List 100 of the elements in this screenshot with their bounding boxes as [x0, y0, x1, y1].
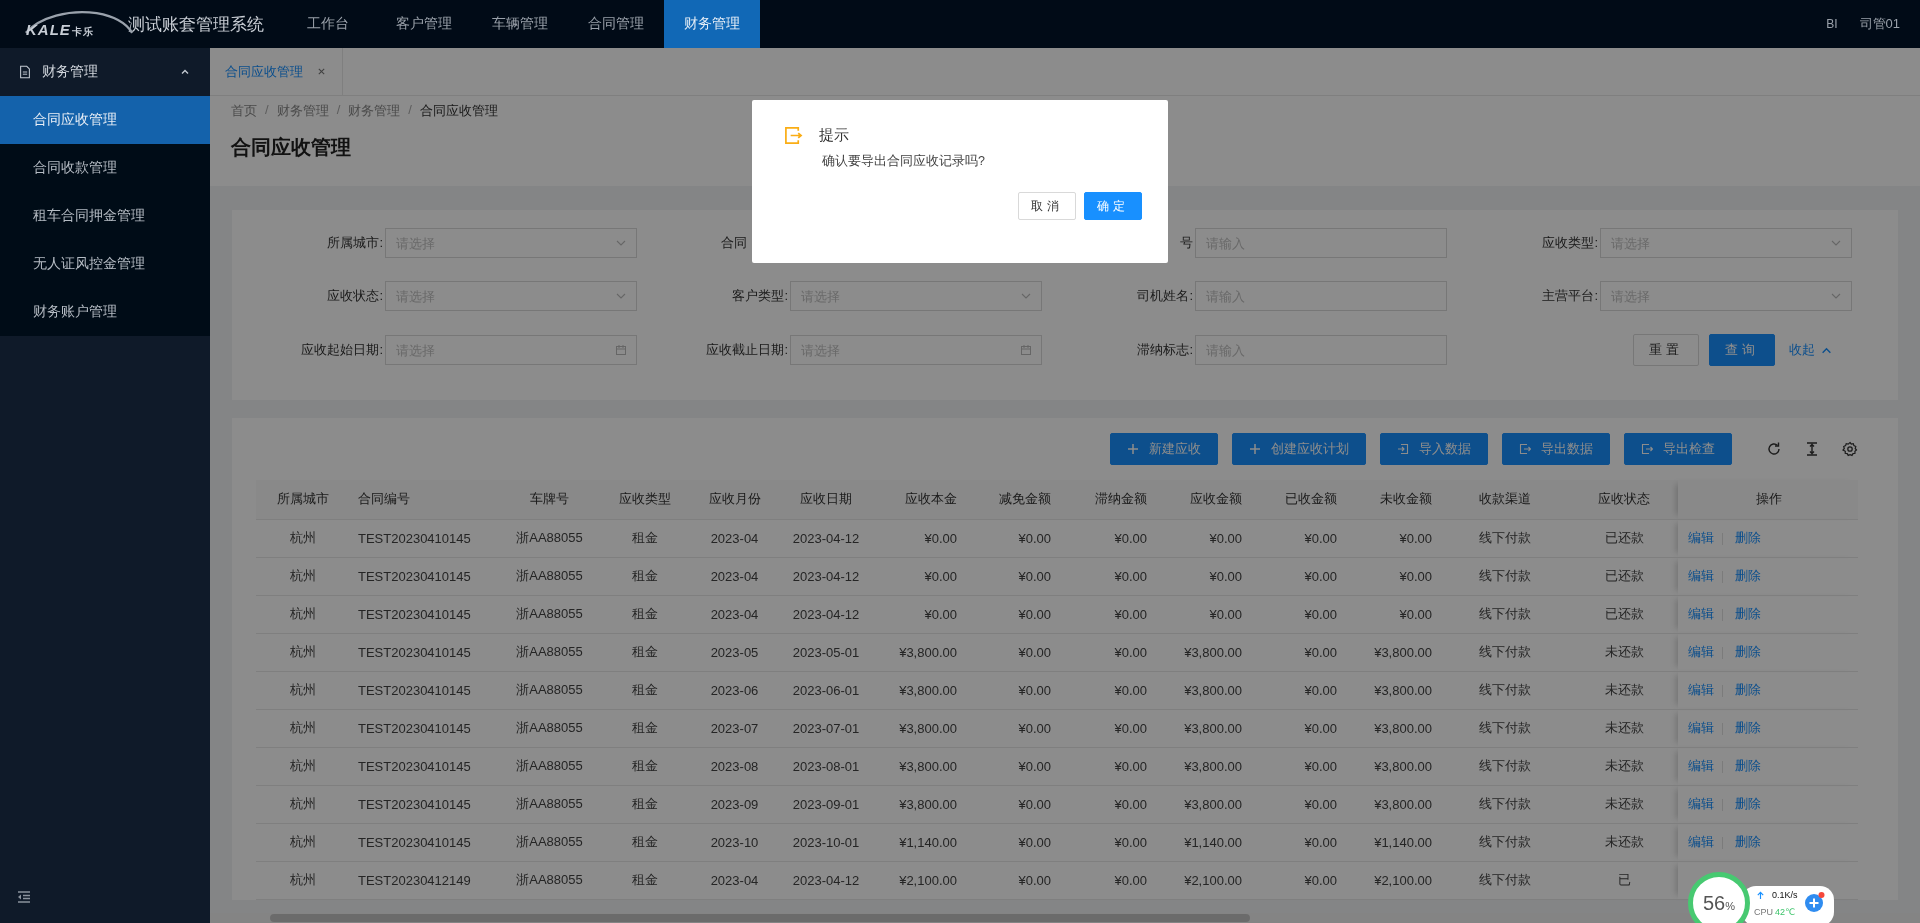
table-cell: ¥0.00: [965, 861, 1059, 899]
table-cell: ¥3,800.00: [875, 747, 965, 785]
percent-sign: %: [1725, 900, 1735, 912]
filter-label: 所属城市:: [326, 234, 384, 252]
nav-tab[interactable]: 合同管理: [568, 0, 664, 48]
table-cell: 租金: [597, 823, 692, 861]
toolbar-button[interactable]: 创建应收计划: [1232, 433, 1366, 465]
table-cell: TEST20230412149: [350, 861, 502, 899]
action-link[interactable]: 删除: [1734, 796, 1761, 811]
confirm-button[interactable]: 确定: [1084, 192, 1142, 220]
breadcrumb-link[interactable]: 财务管理: [276, 102, 329, 120]
filter-label: 客户类型:: [731, 287, 789, 305]
cpu-temperature: 42℃: [1775, 907, 1796, 917]
table-cell: 线下付款: [1440, 709, 1570, 747]
nav-tab[interactable]: 财务管理: [664, 0, 760, 48]
table-cell: 2023-05-01: [777, 633, 875, 671]
filter-label: 主营平台:: [1541, 287, 1599, 305]
table-cell: ¥0.00: [875, 557, 965, 595]
menu-item[interactable]: 合同收款管理: [0, 144, 210, 192]
page-title: 合同应收管理: [231, 136, 351, 158]
table-cell: 2023-04-12: [777, 861, 875, 899]
cancel-button[interactable]: 取消: [1018, 192, 1076, 220]
toolbar-button[interactable]: 导入数据: [1380, 433, 1488, 465]
table-cell: 2023-04-12: [777, 519, 875, 557]
user-name[interactable]: 司管01: [1859, 15, 1900, 33]
table-cell: ¥3,800.00: [1155, 633, 1250, 671]
logo-text: KALE卡乐: [26, 21, 94, 39]
action-link[interactable]: 删除: [1734, 530, 1761, 545]
usage-percent: 56: [1703, 891, 1726, 915]
table-cell: TEST20230410145: [350, 633, 502, 671]
nav-tab[interactable]: 车辆管理: [472, 0, 568, 48]
menu-item[interactable]: 租车合同押金管理: [0, 192, 210, 240]
page-tab[interactable]: 合同应收管理: [210, 48, 343, 95]
action-link[interactable]: 删除: [1734, 606, 1761, 621]
table-cell: 线下付款: [1440, 633, 1570, 671]
action-link[interactable]: 编辑: [1688, 720, 1714, 735]
table-cell: 杭州: [256, 709, 350, 747]
action-link[interactable]: 删除: [1734, 758, 1761, 773]
table-cell: ¥0.00: [875, 519, 965, 557]
action-link[interactable]: 删除: [1734, 720, 1761, 735]
menu-item[interactable]: 无人证风控金管理: [0, 240, 210, 288]
table-cell: 租金: [597, 785, 692, 823]
action-link[interactable]: 删除: [1734, 682, 1761, 697]
table-cell: 线下付款: [1440, 785, 1570, 823]
table-cell: 2023-06: [692, 671, 777, 709]
table-cell: ¥0.00: [1345, 595, 1440, 633]
search-button[interactable]: 查询: [1709, 334, 1775, 366]
collapse-link[interactable]: 收起: [1789, 341, 1832, 359]
action-link[interactable]: 编辑: [1688, 606, 1714, 621]
toolbar-button[interactable]: 新建应收: [1110, 433, 1218, 465]
table-cell: TEST20230410145: [350, 671, 502, 709]
breadcrumb-link[interactable]: 首页: [231, 102, 257, 120]
settings-icon[interactable]: [1842, 441, 1858, 457]
action-link[interactable]: 编辑: [1688, 758, 1714, 773]
nav-tab[interactable]: 工作台: [280, 0, 376, 48]
table-cell: ¥0.00: [1059, 709, 1155, 747]
menu-fold-icon[interactable]: [16, 889, 32, 905]
add-icon[interactable]: [1804, 891, 1826, 913]
action-link[interactable]: 删除: [1734, 644, 1761, 659]
table-cell: ¥3,800.00: [1155, 747, 1250, 785]
menu-item[interactable]: 财务账户管理: [0, 288, 210, 336]
action-link[interactable]: 编辑: [1688, 568, 1714, 583]
reset-button[interactable]: 重置: [1633, 334, 1699, 366]
action-link[interactable]: 编辑: [1688, 834, 1714, 849]
table-cell: 租金: [597, 709, 692, 747]
menu-item[interactable]: 合同应收管理: [0, 96, 210, 144]
table-cell: ¥1,140.00: [875, 823, 965, 861]
table-cell: 2023-10-01: [777, 823, 875, 861]
action-link[interactable]: 编辑: [1688, 796, 1714, 811]
table-cell: 租金: [597, 747, 692, 785]
table-cell: 浙AA88055: [502, 861, 597, 899]
action-link[interactable]: 删除: [1734, 568, 1761, 583]
toolbar-button[interactable]: 导出检查: [1624, 433, 1732, 465]
bi-link[interactable]: BI: [1826, 17, 1838, 31]
table-cell: 线下付款: [1440, 823, 1570, 861]
action-link[interactable]: 编辑: [1688, 530, 1714, 545]
table-cell: 2023-05: [692, 633, 777, 671]
action-link[interactable]: 编辑: [1688, 682, 1714, 697]
table-cell: TEST20230410145: [350, 823, 502, 861]
export-icon: [1519, 443, 1531, 455]
table-cell: 线下付款: [1440, 557, 1570, 595]
toolbar-button[interactable]: 导出数据: [1502, 433, 1610, 465]
table-cell: 已: [1570, 861, 1678, 899]
table-cell: ¥0.00: [1250, 671, 1345, 709]
breadcrumb-link[interactable]: 合同应收管理: [419, 102, 498, 120]
table-cell: ¥3,800.00: [1345, 709, 1440, 747]
column-height-icon[interactable]: [1804, 441, 1820, 457]
breadcrumb-link[interactable]: 财务管理: [348, 102, 401, 120]
dialog-message: 确认要导出合同应收记录吗?: [822, 153, 986, 170]
import-icon: [1397, 443, 1409, 455]
nav-tab[interactable]: 客户管理: [376, 0, 472, 48]
menu-group[interactable]: 财务管理: [0, 48, 210, 96]
table-cell: ¥1,140.00: [1345, 823, 1440, 861]
table-cell: 未还款: [1570, 785, 1678, 823]
action-link[interactable]: 编辑: [1688, 644, 1714, 659]
refresh-icon[interactable]: [1766, 441, 1782, 457]
close-icon[interactable]: [317, 67, 326, 76]
table-cell: ¥0.00: [1155, 595, 1250, 633]
action-link[interactable]: 删除: [1734, 834, 1761, 849]
table-cell: 已还款: [1570, 595, 1678, 633]
